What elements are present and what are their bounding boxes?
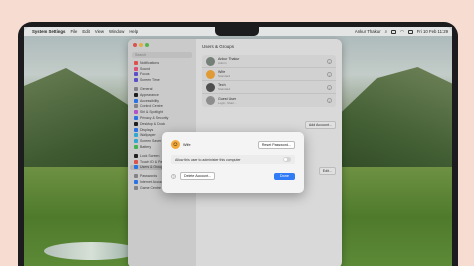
camera-notch	[215, 27, 259, 36]
menu-app-name[interactable]: System Settings	[32, 29, 65, 34]
user-details-sheet: ☺ Wife Reset Password... Allow this user…	[162, 132, 304, 193]
delete-account-button[interactable]: Delete Account...	[180, 172, 216, 180]
menu-window[interactable]: Window	[109, 29, 124, 34]
menubar-status-area: Ankur Thakur ⌕ ◠ Fri 10 Feb 11:29	[355, 29, 448, 35]
wallpaper-river	[44, 242, 139, 260]
battery-icon[interactable]	[407, 29, 413, 34]
menubar-user-name[interactable]: Ankur Thakur	[355, 29, 381, 34]
wifi-icon[interactable]: ◠	[400, 29, 404, 35]
menu-view[interactable]: View	[95, 29, 104, 34]
control-centre-icon[interactable]	[391, 29, 397, 34]
reset-password-button[interactable]: Reset Password...	[257, 140, 295, 149]
admin-permission-label: Allow this user to administer this compu…	[175, 157, 241, 162]
menubar-clock[interactable]: Fri 10 Feb 11:29	[417, 29, 448, 34]
menu-help[interactable]: Help	[129, 29, 138, 34]
search-icon[interactable]: ⌕	[385, 29, 387, 34]
menu-file[interactable]: File	[70, 29, 77, 34]
wallpaper-mountain-right	[337, 67, 452, 177]
done-button[interactable]: Done	[273, 172, 295, 180]
sheet-header: ☺ Wife Reset Password...	[162, 132, 304, 149]
help-icon[interactable]: ?	[171, 173, 176, 179]
sheet-footer: ? Delete Account... Done	[162, 164, 304, 180]
admin-toggle[interactable]	[283, 157, 291, 162]
sheet-user-name: Wife	[183, 142, 191, 147]
user-avatar-icon: ☺	[171, 140, 180, 149]
menu-edit[interactable]: Edit	[82, 29, 89, 34]
admin-permission-row: Allow this user to administer this compu…	[171, 155, 295, 164]
